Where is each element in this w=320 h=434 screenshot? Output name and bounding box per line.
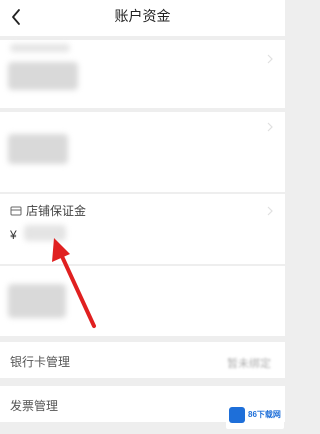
blurred-amount	[8, 134, 68, 164]
blurred-amount	[8, 62, 78, 90]
site-watermark: 86下载网	[226, 403, 284, 429]
top-nav-bar: 账户资金	[0, 0, 285, 36]
page-title: 账户资金	[114, 8, 171, 24]
chevron-right-icon	[267, 206, 273, 216]
bank-card-label: 银行卡管理	[10, 355, 71, 369]
card-icon	[10, 206, 22, 216]
bank-card-status: 暂未绑定	[227, 358, 271, 370]
watermark-text: 86下载网	[248, 410, 281, 419]
invoice-label: 发票管理	[10, 399, 59, 413]
watermark-logo-icon	[229, 407, 245, 423]
chevron-right-icon	[267, 54, 273, 64]
deposit-label: 店铺保证金	[26, 204, 87, 218]
balance-card[interactable]	[0, 40, 285, 108]
currency-symbol: ¥	[10, 228, 17, 242]
blurred-label	[10, 44, 70, 52]
frozen-funds-card[interactable]	[0, 112, 285, 192]
red-arrow-annotation	[52, 238, 96, 328]
other-funds-card[interactable]	[0, 266, 285, 336]
chevron-right-icon	[267, 122, 273, 132]
